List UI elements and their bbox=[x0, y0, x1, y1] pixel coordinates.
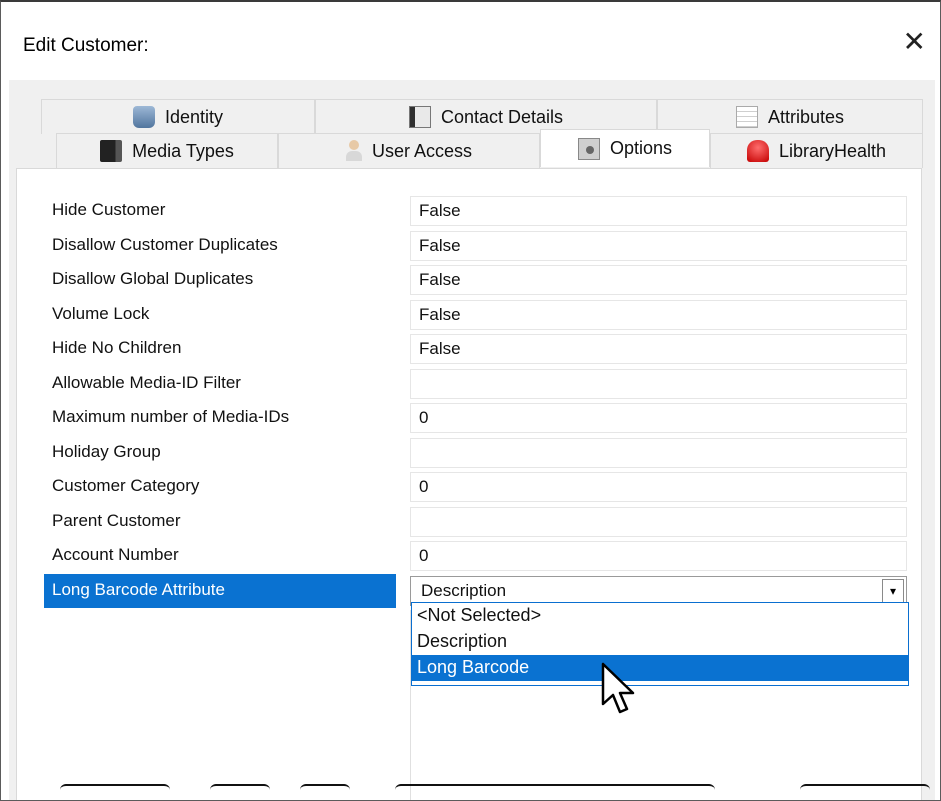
library-health-icon bbox=[746, 140, 769, 162]
tab-label: Options bbox=[609, 138, 673, 158]
property-name: Disallow Global Duplicates bbox=[52, 269, 254, 288]
dropdown-list: <Not Selected> Description Long Barcode bbox=[411, 602, 909, 686]
property-name: Hide Customer bbox=[52, 200, 166, 219]
property-name: Holiday Group bbox=[52, 441, 161, 461]
property-row[interactable]: Disallow Customer Duplicates False bbox=[44, 229, 910, 264]
tab-library-health[interactable]: LibraryHealth bbox=[710, 133, 923, 168]
property-value[interactable]: False bbox=[410, 230, 907, 261]
dialog-title: Edit Customer: bbox=[23, 35, 149, 56]
cut-off-glyphs bbox=[800, 784, 930, 800]
property-name: Parent Customer bbox=[52, 510, 181, 530]
dropdown-option[interactable]: <Not Selected> bbox=[412, 603, 908, 629]
property-value[interactable]: 0 bbox=[410, 541, 907, 571]
property-name: Hide No Children bbox=[52, 338, 182, 357]
tab-label: Media Types bbox=[132, 140, 234, 161]
property-grid: Hide Customer False Disallow Customer Du… bbox=[44, 194, 910, 608]
identity-icon bbox=[132, 106, 155, 128]
property-value[interactable]: False bbox=[410, 196, 907, 226]
dropdown-option[interactable]: Description bbox=[412, 629, 908, 655]
property-row[interactable]: Hide Customer False bbox=[44, 194, 910, 229]
property-name: Allowable Media-ID Filter bbox=[52, 372, 241, 392]
property-value[interactable] bbox=[410, 368, 907, 399]
tab-label: User Access bbox=[371, 140, 473, 161]
property-row[interactable]: Maximum number of Media-IDs 0 bbox=[44, 401, 910, 436]
property-value[interactable]: False bbox=[410, 299, 907, 330]
long-barcode-attribute-select[interactable]: Description ▾ bbox=[410, 575, 907, 606]
options-icon bbox=[577, 137, 600, 160]
cut-off-glyphs bbox=[300, 784, 350, 800]
chevron-down-icon: ▾ bbox=[889, 583, 897, 598]
user-access-icon bbox=[345, 140, 362, 162]
property-row[interactable]: Volume Lock False bbox=[44, 298, 910, 333]
contact-details-icon bbox=[408, 106, 431, 128]
tab-label: Identity bbox=[164, 106, 224, 127]
cut-off-content bbox=[0, 784, 941, 800]
property-name: Customer Category bbox=[52, 476, 200, 495]
property-name: Volume Lock bbox=[52, 303, 150, 323]
property-value[interactable] bbox=[410, 506, 907, 537]
property-row[interactable]: Customer Category 0 bbox=[44, 470, 910, 505]
property-row[interactable]: Parent Customer bbox=[44, 505, 910, 540]
property-value[interactable]: 0 bbox=[410, 472, 907, 502]
property-row[interactable]: Holiday Group bbox=[44, 436, 910, 471]
property-row[interactable]: Account Number 0 bbox=[44, 539, 910, 574]
cut-off-glyphs bbox=[60, 784, 170, 800]
tab-media-types[interactable]: Media Types bbox=[56, 133, 278, 168]
tab-label: LibraryHealth bbox=[778, 140, 887, 161]
close-button[interactable]: ✕ bbox=[903, 28, 926, 56]
property-value[interactable]: 0 bbox=[410, 403, 907, 433]
property-name: Long Barcode Attribute bbox=[44, 573, 396, 608]
property-name: Account Number bbox=[52, 545, 179, 564]
tab-label: Attributes bbox=[767, 106, 845, 127]
mouse-cursor-icon bbox=[601, 662, 635, 714]
attributes-icon bbox=[735, 106, 758, 128]
dropdown-arrow-button[interactable]: ▾ bbox=[882, 578, 904, 603]
property-value[interactable]: False bbox=[410, 334, 907, 364]
tab-options[interactable]: Options bbox=[540, 129, 710, 167]
media-types-icon bbox=[100, 140, 123, 162]
property-row[interactable]: Hide No Children False bbox=[44, 332, 910, 367]
tab-label: Contact Details bbox=[440, 106, 564, 127]
property-row[interactable]: Disallow Global Duplicates False bbox=[44, 263, 910, 298]
property-name: Maximum number of Media-IDs bbox=[52, 407, 290, 426]
property-row[interactable]: Allowable Media-ID Filter bbox=[44, 367, 910, 402]
property-value[interactable]: False bbox=[410, 265, 907, 295]
select-value: Description bbox=[421, 580, 507, 600]
property-name: Disallow Customer Duplicates bbox=[52, 234, 278, 254]
tab-identity[interactable]: Identity bbox=[41, 99, 315, 134]
cut-off-glyphs bbox=[395, 784, 715, 800]
cut-off-glyphs bbox=[210, 784, 270, 800]
property-value[interactable] bbox=[410, 437, 907, 468]
tab-user-access[interactable]: User Access bbox=[278, 133, 540, 168]
dropdown-option-highlighted[interactable]: Long Barcode bbox=[412, 655, 908, 681]
